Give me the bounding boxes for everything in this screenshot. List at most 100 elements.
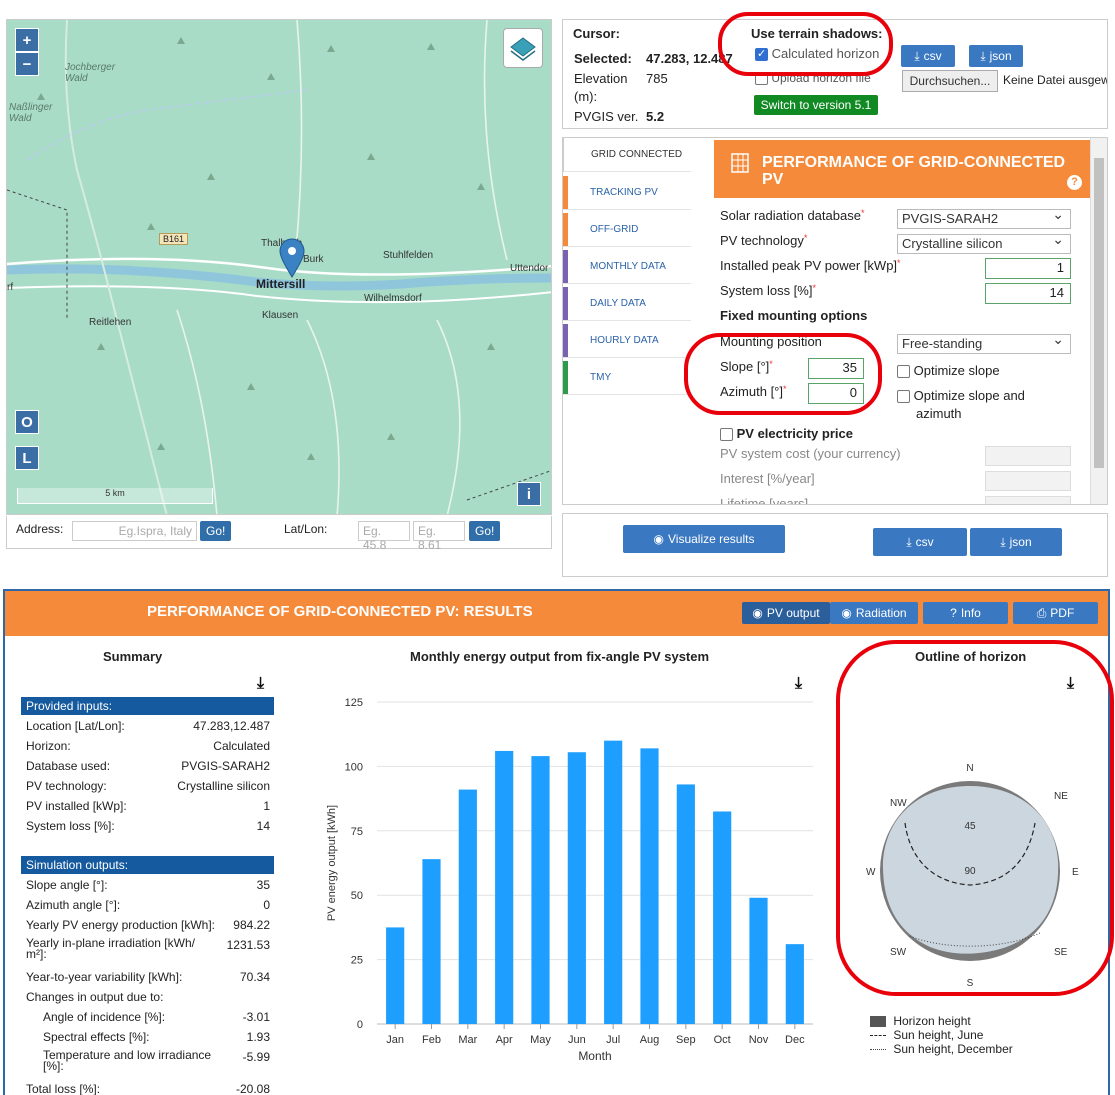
download-icon: ⤓ (906, 534, 912, 549)
optimize-both-checkbox[interactable] (897, 390, 910, 404)
browse-file-button[interactable]: Durchsuchen... (902, 70, 998, 92)
map-button-o[interactable]: O (15, 410, 39, 434)
pv-price-option[interactable]: PV electricity price (720, 426, 853, 442)
label-reitlehen: Reitlehen (89, 317, 132, 328)
tab-off-grid[interactable]: OFF-GRID (563, 213, 691, 247)
bar-dec (785, 944, 804, 1024)
tab-monthly-data[interactable]: MONTHLY DATA (563, 250, 691, 284)
tab-hourly-data[interactable]: HOURLY DATA (563, 324, 691, 358)
pdf-button[interactable]: ⎙ PDF (1013, 602, 1098, 624)
eye-icon: ◉ (752, 606, 763, 620)
system-cost-input[interactable] (985, 446, 1071, 466)
fixed-mounting-title: Fixed mounting options (720, 308, 868, 323)
x-tick-label: Nov (749, 1034, 769, 1046)
download-icon: ⤓ (980, 48, 986, 63)
map-button-l[interactable]: L (15, 446, 39, 470)
scrollbar-thumb[interactable] (1094, 158, 1104, 468)
solar-db-select[interactable]: PVGIS-SARAH2 (897, 206, 1071, 229)
calculated-horizon-checkbox[interactable] (755, 47, 768, 62)
y-tick-label: 0 (357, 1019, 363, 1031)
panel-scrollbar[interactable] (1090, 138, 1107, 504)
lon-input[interactable]: Eg. 8.61 (413, 521, 465, 552)
tab-label: DAILY DATA (590, 298, 646, 309)
summary-key: Spectral effects [%]: (43, 1030, 150, 1044)
monthly-energy-chart: 0 25 50 75 100 125 Jan Feb Mar Apr May Jun Jul Aug Sep… (326, 697, 813, 1063)
address-input[interactable]: Eg.Ispra, Italy (72, 521, 197, 541)
upload-horizon-checkbox[interactable] (755, 72, 768, 86)
lifetime-input[interactable] (985, 496, 1071, 504)
summary-key: PV technology: (26, 779, 107, 793)
upload-horizon-option[interactable]: Upload horizon file (755, 71, 871, 86)
horizon-json-button[interactable]: ⤓ json (969, 45, 1023, 67)
pv-tech-select[interactable]: Crystalline silicon (897, 231, 1071, 254)
summary-value: 14 (256, 819, 270, 833)
summary-download-icon[interactable]: ⤓ (257, 675, 264, 693)
address-go-button[interactable]: Go! (200, 521, 232, 541)
elevation-unit: (m): (574, 89, 598, 104)
optimize-slope-checkbox[interactable] (897, 365, 910, 379)
lifetime-label: Lifetime [years] (720, 496, 809, 505)
calculated-horizon-option[interactable]: Calculated horizon (755, 46, 879, 62)
slope-input[interactable]: 35 (808, 358, 864, 379)
mounting-position-select[interactable]: Free-standing (897, 331, 1071, 354)
tab-color-bar (563, 287, 568, 320)
tab-tracking-pv[interactable]: TRACKING PV (563, 176, 691, 210)
x-tick-label: Jan (386, 1034, 404, 1046)
help-icon[interactable]: ? (1067, 175, 1082, 190)
compass-nw: NW (890, 798, 907, 809)
switch-version-button[interactable]: Switch to version 5.1 (754, 95, 878, 115)
tab-label: TMY (590, 372, 612, 383)
x-tick-label: Apr (496, 1034, 513, 1046)
legend-label: Sun height, December (893, 1042, 1013, 1056)
radiation-button[interactable]: ◉ Radiation (830, 602, 918, 624)
tab-grid-connected[interactable]: GRID CONNECTED (563, 138, 691, 172)
terrain-shadows-title: Use terrain shadows: (751, 26, 883, 41)
zoom-out-button[interactable]: − (15, 52, 39, 76)
info-button[interactable]: ? Info (923, 602, 1008, 624)
compass-w: W (866, 867, 876, 878)
map-view[interactable]: + − O L i Jochberger Wald Naßlinger Wald… (6, 19, 552, 515)
legend-swatch (870, 1035, 886, 1037)
results-csv-button[interactable]: ⤓ csv (873, 528, 967, 556)
system-cost-label: PV system cost (your currency) (720, 446, 901, 461)
azimuth-input[interactable]: 0 (808, 383, 864, 404)
pv-output-button[interactable]: ◉ PV output (742, 602, 830, 624)
download-icon: ⤓ (1000, 534, 1006, 549)
x-tick-label: May (530, 1034, 551, 1046)
json-label: json (1009, 535, 1032, 549)
map-info-button[interactable]: i (517, 482, 541, 506)
results-panel: PERFORMANCE OF GRID-CONNECTED PV: RESULT… (3, 589, 1110, 1095)
pvgis-version-value: 5.2 (646, 109, 665, 124)
lat-input[interactable]: Eg. 45.8 (358, 521, 410, 552)
visualize-results-button[interactable]: ◉ Visualize results (623, 525, 785, 553)
location-marker-icon[interactable] (279, 238, 305, 278)
address-label: Address: (16, 522, 64, 536)
latlon-go-button[interactable]: Go! (469, 521, 501, 541)
tab-daily-data[interactable]: DAILY DATA (563, 287, 691, 321)
tab-tmy[interactable]: TMY (563, 361, 691, 395)
interest-label: Interest [%/year] (720, 471, 815, 486)
results-json-button[interactable]: ⤓ json (970, 528, 1062, 556)
map-scale-bar: 5 km (17, 488, 213, 504)
peak-power-input[interactable]: 1 (985, 258, 1071, 279)
horizon-download-icon[interactable]: ⤓ (1067, 675, 1074, 693)
legend-label: Sun height, June (893, 1028, 984, 1042)
optimize-both-label-2: azimuth (916, 406, 962, 421)
pv-price-checkbox[interactable] (720, 428, 733, 442)
layers-button[interactable] (503, 28, 543, 68)
system-loss-input[interactable]: 14 (985, 283, 1071, 304)
compass-se: SE (1054, 947, 1068, 958)
zoom-in-button[interactable]: + (15, 28, 39, 52)
horizon-csv-button[interactable]: ⤓ csv (901, 45, 955, 67)
legend-sun-december: Sun height, December (870, 1042, 1013, 1056)
bar-jul (604, 740, 623, 1024)
interest-input[interactable] (985, 471, 1071, 491)
bar-nov (749, 897, 768, 1024)
bar-mar (458, 789, 477, 1024)
optimize-both-option[interactable]: Optimize slope and (897, 388, 1025, 404)
x-tick-label: Feb (422, 1034, 441, 1046)
optimize-slope-option[interactable]: Optimize slope (897, 363, 1000, 379)
tab-color-bar (563, 213, 568, 246)
ring-label-45: 45 (964, 821, 976, 832)
y-tick-label: 50 (351, 890, 363, 902)
